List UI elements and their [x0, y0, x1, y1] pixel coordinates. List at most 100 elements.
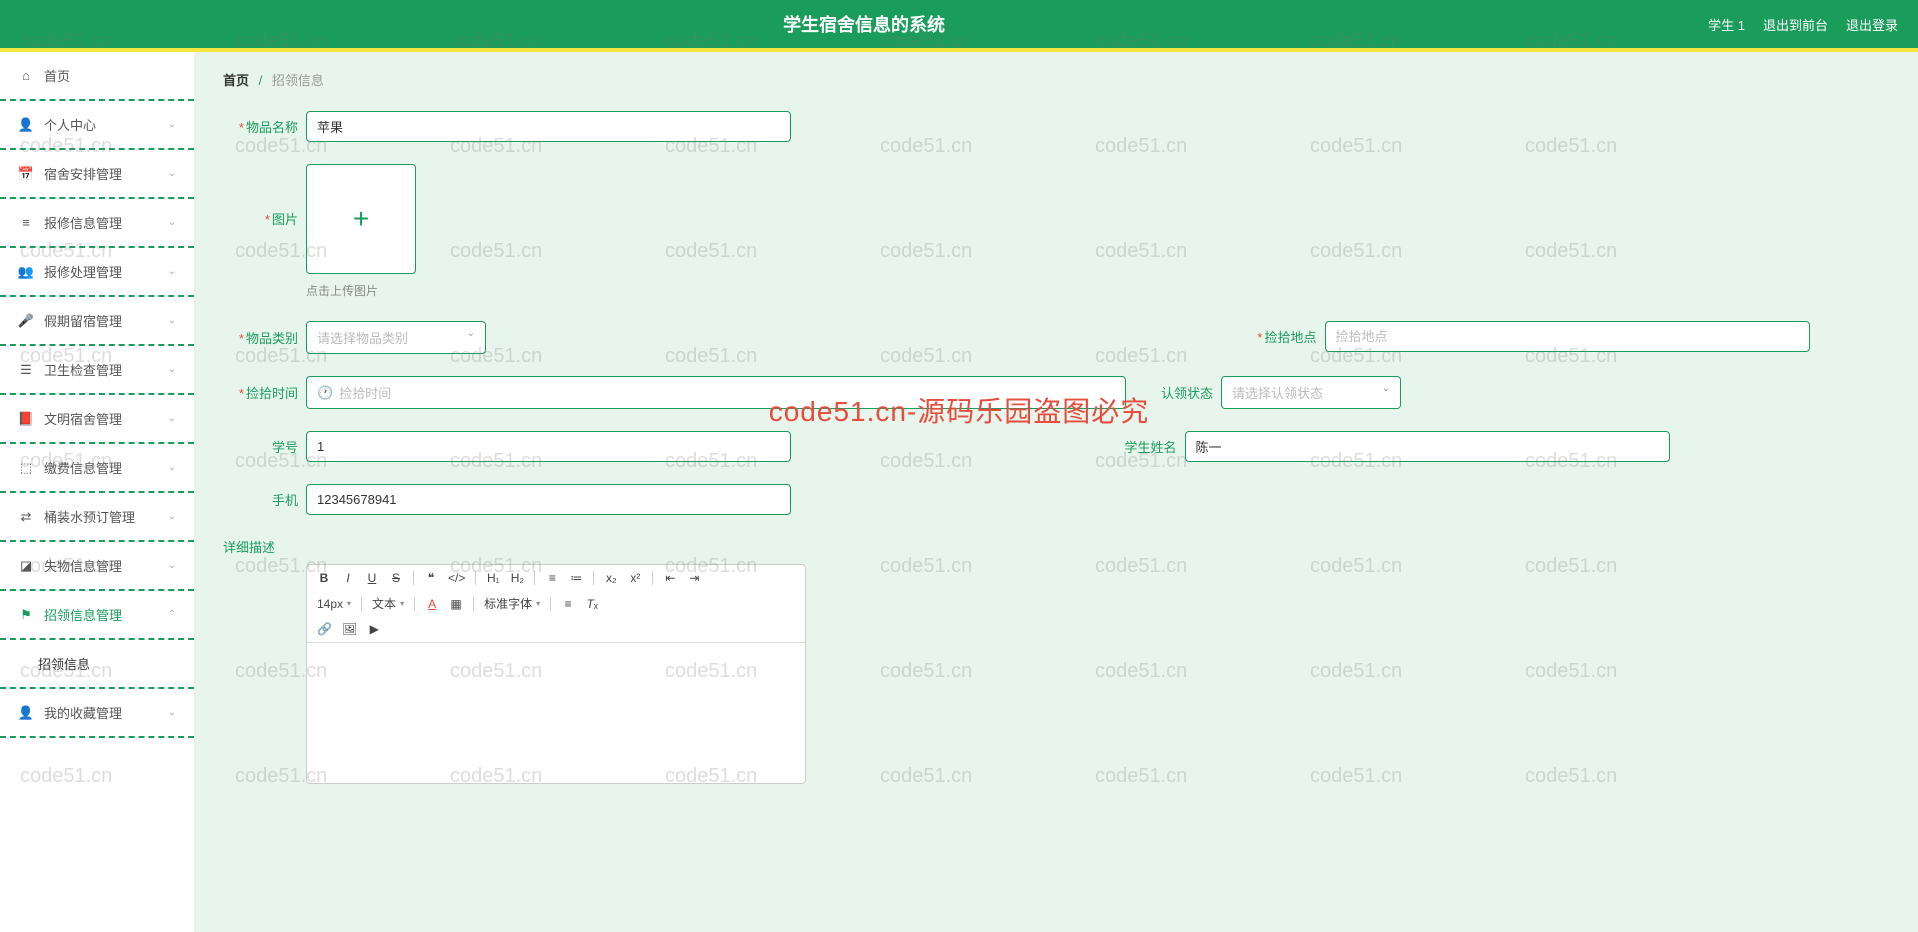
italic-button[interactable]: I	[341, 571, 355, 585]
chevron-down-icon: ⌄	[168, 168, 176, 179]
image-upload-box[interactable]: +	[306, 164, 416, 274]
time-picker[interactable]: 🕐 捡拾时间	[306, 376, 1126, 409]
sidebar-item-label: 缴费信息管理	[44, 458, 122, 477]
breadcrumb-home[interactable]: 首页	[223, 73, 249, 88]
text-type-select[interactable]: 文本▾	[372, 595, 404, 612]
mic-icon: 🎤	[18, 313, 34, 329]
student-name-input[interactable]	[1185, 431, 1670, 462]
student-id-label: 学号	[223, 437, 298, 456]
chevron-down-icon: ⌄	[168, 511, 176, 522]
sidebar-item-claim-info[interactable]: 招领信息	[0, 640, 194, 689]
breadcrumb-separator: /	[259, 73, 263, 88]
student-name-label: 学生姓名	[1102, 437, 1177, 456]
sidebar-item-label: 失物信息管理	[44, 556, 122, 575]
back-to-front-link[interactable]: 退出到前台	[1763, 15, 1828, 34]
chevron-down-icon: ⌄	[168, 119, 176, 130]
code-button[interactable]: </>	[448, 571, 465, 585]
sidebar-item-label: 首页	[44, 66, 70, 85]
category-label: *物品类别	[223, 328, 298, 347]
quote-button[interactable]: ❝	[424, 571, 438, 585]
sidebar-item-favorites[interactable]: 👤 我的收藏管理 ⌄	[0, 689, 194, 738]
sidebar-item-claim[interactable]: ⚑ 招领信息管理 ⌃	[0, 591, 194, 640]
sidebar-item-payment[interactable]: ⬚ 缴费信息管理 ⌄	[0, 444, 194, 493]
phone-label: 手机	[223, 490, 298, 509]
font-family-select[interactable]: 标准字体▾	[484, 595, 540, 612]
item-name-input[interactable]	[306, 111, 791, 142]
font-size-select[interactable]: 14px▾	[317, 597, 351, 611]
h2-button[interactable]: H₂	[510, 571, 524, 585]
item-name-label: *物品名称	[223, 117, 298, 136]
sidebar-item-label: 假期留宿管理	[44, 311, 122, 330]
chevron-down-icon: ⌄	[168, 364, 176, 375]
book-icon: 📕	[18, 411, 34, 427]
h1-button[interactable]: H₁	[486, 571, 500, 585]
image-label: *图片	[223, 209, 298, 228]
person-icon: 👥	[18, 264, 34, 280]
bg-color-button[interactable]: ▦	[449, 597, 463, 611]
user-icon: 👤	[18, 117, 34, 133]
sidebar: ⌂ 首页 👤 个人中心 ⌄ 📅 宿舍安排管理 ⌄ ≡ 报修信息管理 ⌄ 👥 报修…	[0, 52, 195, 932]
chevron-down-icon: ⌄	[467, 328, 475, 339]
sidebar-item-profile[interactable]: 👤 个人中心 ⌄	[0, 101, 194, 150]
calendar-icon: 📅	[18, 166, 34, 182]
chevron-down-icon: ⌄	[1382, 383, 1390, 394]
student-id-input[interactable]	[306, 431, 791, 462]
editor-body[interactable]	[307, 643, 805, 783]
sidebar-item-hygiene[interactable]: ☰ 卫生检查管理 ⌄	[0, 346, 194, 395]
sidebar-item-repair-process[interactable]: 👥 报修处理管理 ⌄	[0, 248, 194, 297]
ol-button[interactable]: ≔	[569, 571, 583, 585]
flag-icon: ⚑	[18, 607, 34, 623]
superscript-button[interactable]: x²	[628, 571, 642, 585]
rich-text-editor: B I U S ❝ </> H₁ H₂ ≡ ≔	[306, 564, 806, 784]
sidebar-item-civilized[interactable]: 📕 文明宿舍管理 ⌄	[0, 395, 194, 444]
subscript-button[interactable]: x₂	[604, 571, 618, 585]
sidebar-item-label: 桶装水预订管理	[44, 507, 135, 526]
clear-format-button[interactable]: Tₓ	[585, 597, 599, 611]
chevron-up-icon: ⌃	[168, 609, 176, 620]
status-select[interactable]: 请选择认领状态 ⌄	[1221, 376, 1401, 409]
sidebar-item-label: 我的收藏管理	[44, 703, 122, 722]
align-button[interactable]: ≡	[561, 597, 575, 611]
clock-icon: 🕐	[317, 385, 333, 401]
status-label: 认领状态	[1138, 383, 1213, 402]
chevron-down-icon: ⌄	[168, 315, 176, 326]
sidebar-item-label: 个人中心	[44, 115, 96, 134]
note-icon: ◪	[18, 558, 34, 574]
link-button[interactable]: 🔗	[317, 622, 332, 636]
editor-toolbar: B I U S ❝ </> H₁ H₂ ≡ ≔	[307, 565, 805, 643]
chevron-down-icon: ⌄	[168, 413, 176, 424]
video-button[interactable]: ▶	[367, 622, 381, 636]
chevron-down-icon: ⌄	[168, 217, 176, 228]
category-select[interactable]: 请选择物品类别 ⌄	[306, 321, 486, 354]
sidebar-item-repair-info[interactable]: ≡ 报修信息管理 ⌄	[0, 199, 194, 248]
plus-icon: +	[353, 203, 369, 235]
underline-button[interactable]: U	[365, 571, 379, 585]
sidebar-item-label: 报修信息管理	[44, 213, 122, 232]
breadcrumb-current: 招领信息	[272, 73, 324, 88]
sidebar-item-dorm-assign[interactable]: 📅 宿舍安排管理 ⌄	[0, 150, 194, 199]
header: 学生宿舍信息的系统 学生 1 退出到前台 退出登录	[0, 0, 1918, 48]
sidebar-item-holiday-stay[interactable]: 🎤 假期留宿管理 ⌄	[0, 297, 194, 346]
outdent-button[interactable]: ⇥	[687, 571, 701, 585]
sidebar-item-label: 卫生检查管理	[44, 360, 122, 379]
strikethrough-button[interactable]: S	[389, 571, 403, 585]
sidebar-item-water[interactable]: ⇄ 桶装水预订管理 ⌄	[0, 493, 194, 542]
sidebar-item-label: 报修处理管理	[44, 262, 122, 281]
user-label[interactable]: 学生 1	[1708, 15, 1745, 34]
location-input[interactable]	[1325, 321, 1810, 352]
ul-button[interactable]: ≡	[545, 571, 559, 585]
logout-link[interactable]: 退出登录	[1846, 15, 1898, 34]
chevron-down-icon: ⌄	[168, 462, 176, 473]
sidebar-item-home[interactable]: ⌂ 首页	[0, 52, 194, 101]
sidebar-item-label: 文明宿舍管理	[44, 409, 122, 428]
image-button[interactable]: 🖼	[342, 622, 357, 636]
desc-label: 详细描述	[223, 537, 275, 556]
phone-input[interactable]	[306, 484, 791, 515]
font-color-button[interactable]: A	[425, 597, 439, 611]
list-icon: ≡	[18, 215, 34, 231]
main-content: 首页 / 招领信息 *物品名称 *图片 + 点击上传图片	[195, 52, 1918, 932]
bold-button[interactable]: B	[317, 571, 331, 585]
indent-button[interactable]: ⇤	[663, 571, 677, 585]
sidebar-item-lost[interactable]: ◪ 失物信息管理 ⌄	[0, 542, 194, 591]
chevron-down-icon: ⌄	[168, 560, 176, 571]
